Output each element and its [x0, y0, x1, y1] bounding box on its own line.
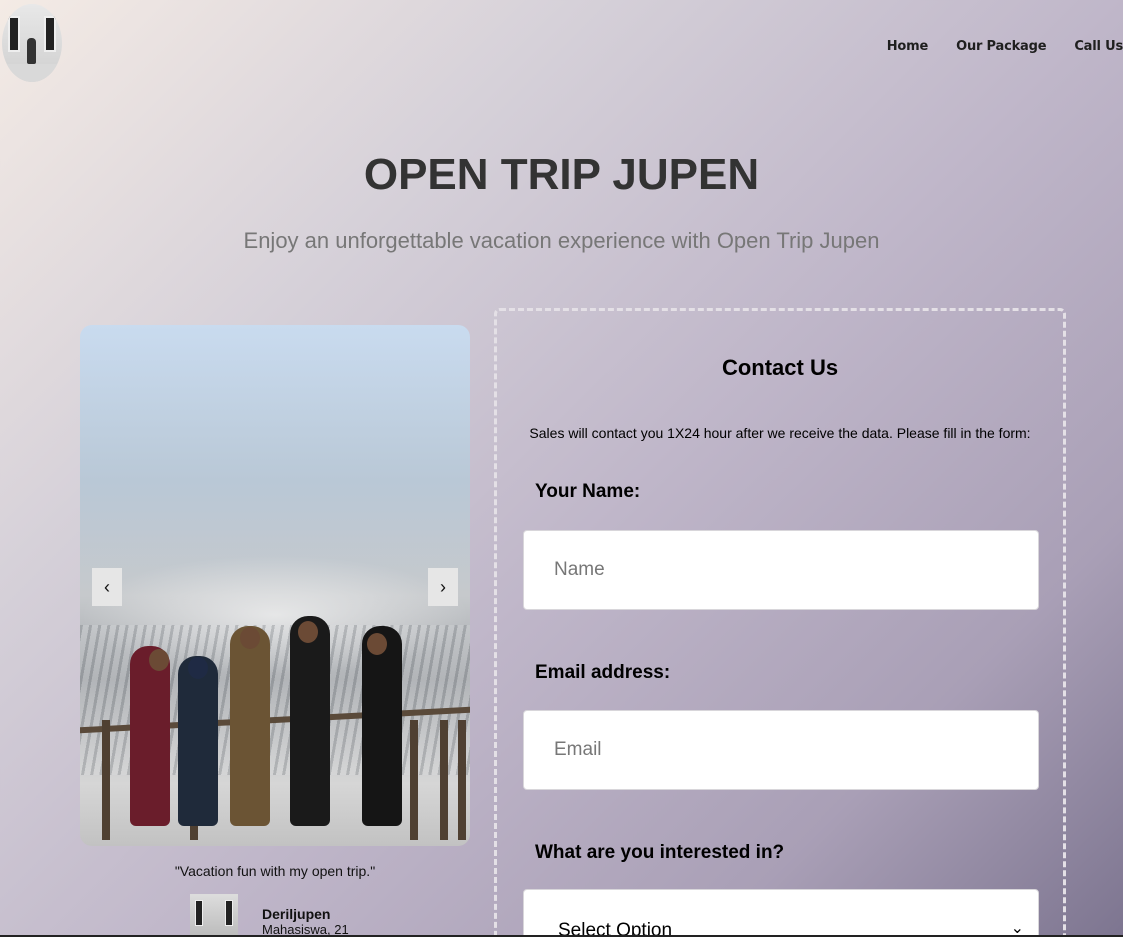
photo-person — [230, 626, 270, 826]
carousel-photo — [80, 325, 470, 846]
nav-our-package[interactable]: Our Package — [956, 39, 1046, 54]
photo-person-head — [188, 657, 208, 679]
logo-window-left — [8, 16, 20, 52]
photo-fence-post — [440, 720, 448, 840]
photo-person — [178, 656, 218, 826]
contact-form: Contact Us Sales will contact you 1X24 h… — [494, 308, 1066, 937]
hero-title: OPEN TRIP JUPEN — [363, 150, 760, 199]
carousel-prev-button[interactable]: ‹ — [92, 568, 122, 606]
nav-home[interactable]: Home — [887, 39, 929, 54]
email-input[interactable] — [523, 710, 1039, 790]
photo-person — [362, 626, 402, 826]
photo-person-head — [367, 633, 387, 655]
interest-select[interactable]: Select Option ⌄ — [523, 889, 1039, 937]
name-input[interactable] — [523, 530, 1039, 610]
email-label: Email address: — [535, 662, 671, 683]
main-nav: Home Our Package Call Us — [887, 39, 1123, 54]
photo-carousel: ‹ › — [80, 325, 470, 846]
avatar-window-right — [225, 900, 233, 926]
logo-window-right — [44, 16, 56, 52]
photo-person — [290, 616, 330, 826]
nav-call-us[interactable]: Call Us — [1074, 39, 1123, 54]
logo-figure — [27, 38, 36, 64]
photo-person-head — [240, 627, 260, 649]
testimonial-quote: "Vacation fun with my open trip." — [174, 863, 376, 879]
photo-fence-post — [410, 720, 418, 840]
photo-person-head — [298, 621, 318, 643]
photo-person-head — [149, 649, 169, 671]
name-label: Your Name: — [535, 481, 641, 502]
testimonial-avatar — [190, 894, 238, 937]
photo-person — [130, 646, 170, 826]
contact-intro: Sales will contact you 1X24 hour after w… — [529, 425, 1031, 441]
avatar-window-left — [195, 900, 203, 926]
logo-floor — [2, 64, 62, 82]
photo-fence-post — [458, 720, 466, 840]
contact-title: Contact Us — [721, 355, 839, 380]
site-logo[interactable] — [2, 4, 62, 82]
hero-subtitle: Enjoy an unforgettable vacation experien… — [243, 228, 880, 253]
testimonial-name: Deriljupen — [262, 906, 331, 922]
photo-fence-post — [102, 720, 110, 840]
interest-label: What are you interested in? — [535, 842, 785, 863]
carousel-next-button[interactable]: › — [428, 568, 458, 606]
